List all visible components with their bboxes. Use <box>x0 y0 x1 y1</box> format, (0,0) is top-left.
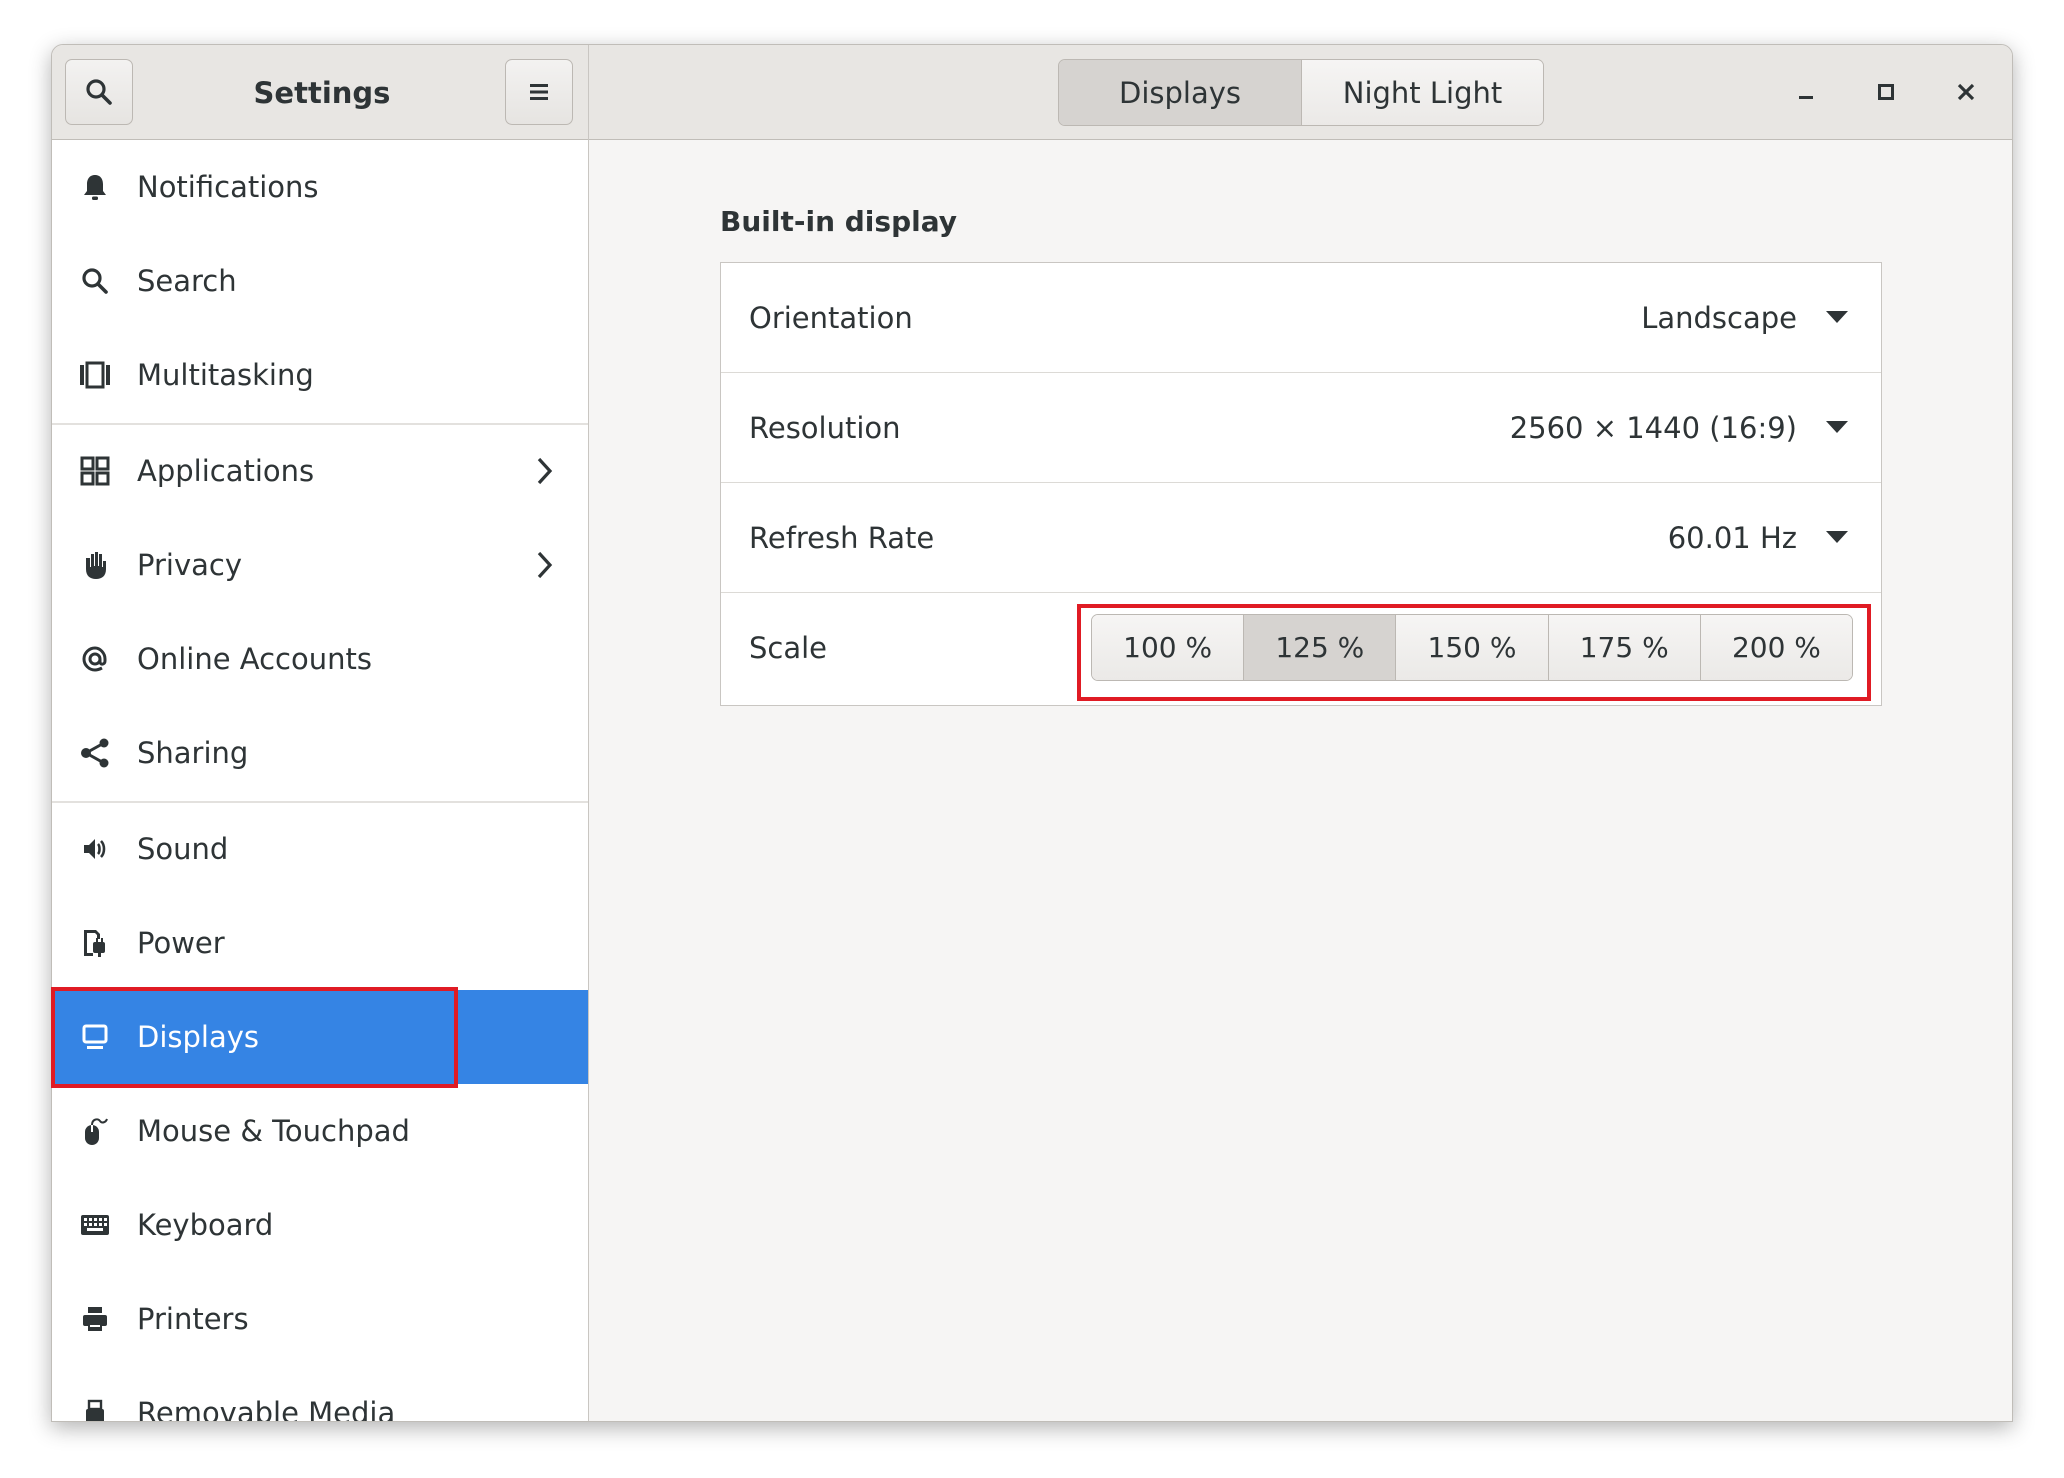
printer-icon <box>78 1302 112 1336</box>
maximize-icon <box>1878 84 1894 100</box>
row-value: 60.01 Hz <box>1667 520 1797 555</box>
dropdown-arrow-icon <box>1826 531 1848 543</box>
row-label: Resolution <box>749 410 901 445</box>
display-icon <box>78 1020 112 1054</box>
sidebar-item-privacy[interactable]: Privacy <box>52 518 588 612</box>
sidebar-item-label: Printers <box>137 1302 249 1336</box>
row-label: Orientation <box>749 300 913 335</box>
sidebar-item-label: Keyboard <box>137 1208 274 1242</box>
sidebar-item-multitasking[interactable]: Multitasking <box>52 328 588 422</box>
hamburger-menu-icon <box>530 84 548 100</box>
minimize-icon <box>1799 96 1813 99</box>
display-settings-list: Orientation Landscape Resolution 2560 × … <box>720 262 1882 706</box>
header-bar: Settings Displays Night Light <box>52 45 2012 140</box>
settings-window: Settings Displays Night Light Notificati… <box>51 44 2013 1422</box>
close-button[interactable] <box>1943 69 1989 115</box>
at-icon <box>78 642 112 676</box>
refresh-rate-row[interactable]: Refresh Rate 60.01 Hz <box>721 483 1881 593</box>
search-button[interactable] <box>65 59 133 125</box>
sidebar-item-printers[interactable]: Printers <box>52 1272 588 1366</box>
minimize-button[interactable] <box>1783 69 1829 115</box>
mouse-icon <box>78 1114 112 1148</box>
dropdown-arrow-icon <box>1826 311 1848 323</box>
sidebar-header: Settings <box>52 45 589 140</box>
sidebar-item-sound[interactable]: Sound <box>52 802 588 896</box>
app-title: Settings <box>253 75 391 110</box>
sidebar-item-mouse-touchpad[interactable]: Mouse & Touchpad <box>52 1084 588 1178</box>
sidebar-item-sharing[interactable]: Sharing <box>52 706 588 800</box>
row-label: Refresh Rate <box>749 520 935 555</box>
scale-option-125[interactable]: 125 % <box>1243 615 1396 680</box>
share-icon <box>78 736 112 770</box>
applications-icon <box>78 454 112 488</box>
sidebar-item-label: Applications <box>137 454 315 488</box>
sidebar-item-online-accounts[interactable]: Online Accounts <box>52 612 588 706</box>
scale-option-200[interactable]: 200 % <box>1699 615 1852 680</box>
sidebar-item-label: Notifications <box>137 170 319 204</box>
sidebar-item-applications[interactable]: Applications <box>52 424 588 518</box>
sidebar-item-label: Mouse & Touchpad <box>137 1114 410 1148</box>
keyboard-icon <box>78 1208 112 1242</box>
sidebar: Notifications Search Multitasking Applic… <box>52 140 589 1422</box>
sidebar-item-label: Sharing <box>137 736 249 770</box>
row-label: Scale <box>749 631 828 665</box>
tab-night-light[interactable]: Night Light <box>1301 60 1543 125</box>
scale-option-175[interactable]: 175 % <box>1547 615 1700 680</box>
row-value: Landscape <box>1641 300 1797 335</box>
sidebar-item-keyboard[interactable]: Keyboard <box>52 1178 588 1272</box>
sidebar-item-label: Removable Media <box>137 1396 396 1422</box>
dropdown-arrow-icon <box>1826 421 1848 433</box>
speaker-icon <box>78 832 112 866</box>
row-value: 2560 × 1440 (16:9) <box>1509 410 1797 445</box>
tab-displays[interactable]: Displays <box>1059 60 1301 125</box>
maximize-button[interactable] <box>1863 69 1909 115</box>
sidebar-item-displays[interactable]: Displays <box>52 990 588 1084</box>
scale-option-150[interactable]: 150 % <box>1395 615 1548 680</box>
sidebar-item-notifications[interactable]: Notifications <box>52 140 588 234</box>
sidebar-item-label: Power <box>137 926 225 960</box>
sidebar-item-label: Online Accounts <box>137 642 372 676</box>
scale-option-100[interactable]: 100 % <box>1092 615 1244 680</box>
usb-icon <box>78 1396 112 1421</box>
hand-icon <box>78 548 112 582</box>
scale-row: Scale 100 % 125 % 150 % 175 % 200 % <box>721 593 1881 703</box>
sidebar-item-label: Displays <box>137 1020 260 1054</box>
section-title: Built-in display <box>720 205 957 238</box>
sidebar-item-label: Search <box>137 264 237 298</box>
view-switcher: Displays Night Light <box>1058 59 1544 126</box>
search-icon <box>78 264 112 298</box>
sidebar-item-removable-media[interactable]: Removable Media <box>52 1366 588 1422</box>
sidebar-item-label: Multitasking <box>137 358 314 392</box>
chevron-right-icon <box>537 457 553 485</box>
orientation-row[interactable]: Orientation Landscape <box>721 263 1881 373</box>
main-menu-button[interactable] <box>505 59 573 125</box>
sidebar-item-power[interactable]: Power <box>52 896 588 990</box>
chevron-right-icon <box>537 551 553 579</box>
multitasking-icon <box>78 358 112 392</box>
sidebar-item-label: Privacy <box>137 548 242 582</box>
search-icon <box>86 79 112 105</box>
power-plug-icon <box>78 926 112 960</box>
displays-panel: Built-in display Orientation Landscape R… <box>589 140 2012 1421</box>
sidebar-item-search[interactable]: Search <box>52 234 588 328</box>
bell-icon <box>78 170 112 204</box>
resolution-row[interactable]: Resolution 2560 × 1440 (16:9) <box>721 373 1881 483</box>
close-icon <box>1957 83 1975 101</box>
sidebar-item-label: Sound <box>137 832 229 866</box>
scale-selector: 100 % 125 % 150 % 175 % 200 % <box>1091 614 1853 681</box>
